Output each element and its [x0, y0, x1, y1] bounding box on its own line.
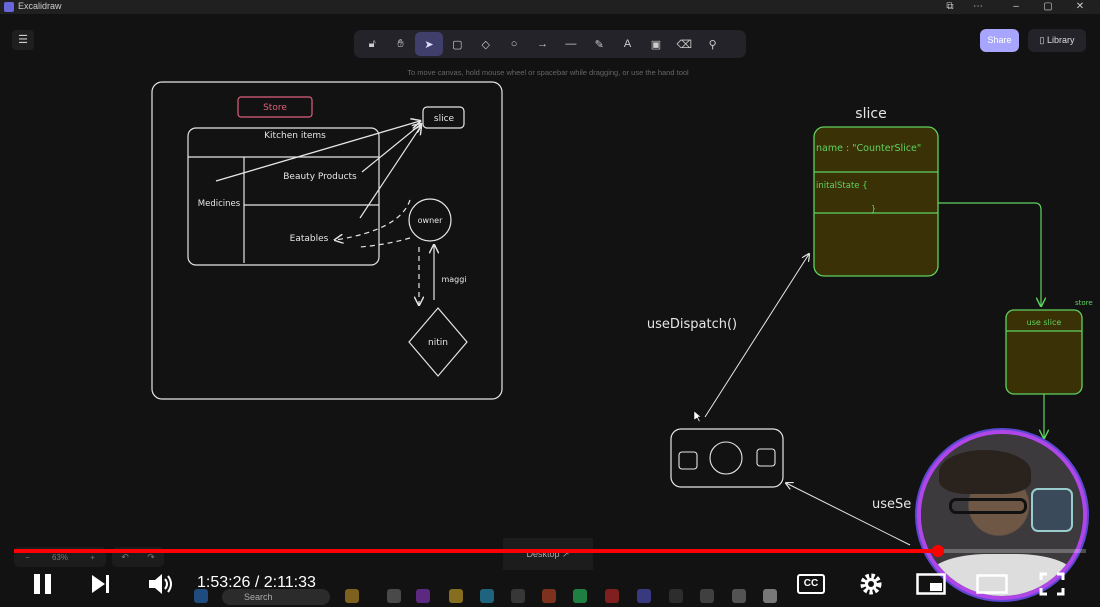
chrome-browser-icon[interactable] [542, 589, 556, 603]
presenter-hair [939, 450, 1031, 494]
taskbar-search-label: Search [244, 592, 273, 602]
arrow-owner-to-eatables[interactable] [335, 199, 411, 240]
slice-close-brace: } [871, 204, 876, 213]
use-dispatch-label: useDispatch() [647, 317, 737, 332]
slice-label: slice [434, 114, 455, 124]
taskbar-app-icon-1[interactable] [345, 589, 359, 603]
zoom-in-button[interactable]: + [90, 553, 95, 562]
slice-title: slice [855, 106, 886, 122]
progress-played [14, 549, 939, 553]
use-slice-label: use slice [1027, 318, 1062, 327]
progress-scrubber[interactable] [932, 545, 945, 557]
zoom-level[interactable]: 63% [52, 553, 68, 562]
miniplayer-icon[interactable] [916, 573, 946, 595]
maggi-label: maggi [441, 275, 466, 284]
teams-icon[interactable] [637, 589, 651, 603]
terminal-icon[interactable] [669, 589, 683, 603]
store-partial-label: store [1075, 299, 1093, 307]
arrow-slice-to-store[interactable] [938, 202, 1041, 306]
store-label: Store [263, 103, 287, 113]
edge-browser-icon[interactable] [480, 589, 494, 603]
nitin-label: nitin [428, 338, 448, 348]
row-medicines: Medicines [198, 199, 241, 209]
github-icon[interactable] [763, 589, 777, 603]
row-eatables: Eatables [290, 234, 329, 244]
table-header: Kitchen items [264, 131, 326, 141]
owner-label: owner [418, 216, 443, 225]
file-explorer-icon[interactable] [449, 589, 463, 603]
captions-button[interactable]: CC [797, 574, 825, 594]
arrow-selector-to-ui[interactable] [786, 483, 911, 546]
taskbar-app-icon-5[interactable] [700, 589, 714, 603]
volume-icon[interactable] [147, 572, 175, 596]
undo-icon[interactable]: ↶ [121, 552, 129, 563]
arrow-dispatch-to-slice[interactable] [704, 254, 809, 418]
ui-component-box[interactable] [670, 428, 784, 488]
taskbar-search[interactable]: Search [222, 589, 330, 605]
whatsapp-icon[interactable] [573, 589, 587, 603]
theater-mode-icon[interactable] [976, 574, 1008, 594]
zoom-out-button[interactable]: − [25, 553, 30, 562]
settings-gear-icon[interactable] [858, 571, 884, 597]
channel-logo-icon [1031, 488, 1073, 532]
ui-button-right[interactable] [756, 448, 776, 467]
windows-start-icon[interactable] [194, 589, 208, 603]
fullscreen-icon[interactable] [1039, 572, 1065, 596]
ui-button-left[interactable] [678, 451, 698, 470]
youtube-icon[interactable] [605, 589, 619, 603]
arrow-eatables-to-slice[interactable] [359, 126, 421, 219]
mouse-cursor-icon [693, 410, 702, 423]
taskbar-app-icon-6[interactable] [732, 589, 746, 603]
taskbar-app-icon-3[interactable] [416, 589, 430, 603]
dashed-line-owner[interactable] [359, 237, 411, 248]
slice-name-line: name : "CounterSlice" [816, 143, 921, 154]
video-progress-bar[interactable] [14, 545, 1086, 557]
redo-icon[interactable]: ↷ [147, 552, 155, 563]
row-beauty-products: Beauty Products [283, 172, 357, 182]
next-icon[interactable] [90, 574, 112, 594]
kitchen-items-table[interactable] [187, 127, 380, 266]
presenter-glasses [949, 498, 1027, 514]
taskbar-app-icon-2[interactable] [387, 589, 401, 603]
slice-initial-state-line: initalState { [816, 181, 868, 191]
pause-icon[interactable] [32, 572, 54, 596]
cc-label: CC [803, 578, 819, 589]
taskbar-app-icon-4[interactable] [511, 589, 525, 603]
arrow-beauty-to-slice[interactable] [361, 124, 421, 173]
use-selector-label: useSe [872, 497, 911, 512]
desktop-label[interactable]: Desktop ↗ [503, 538, 593, 570]
ui-display-circle[interactable] [709, 441, 743, 475]
